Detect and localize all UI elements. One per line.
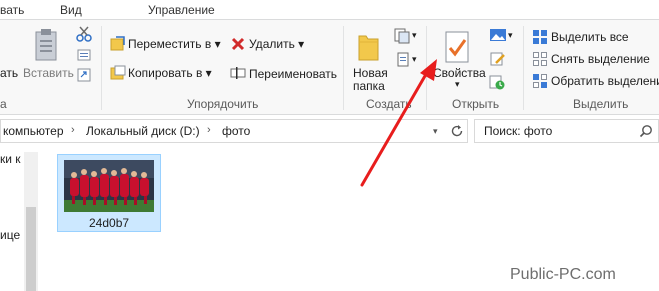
search-box[interactable]: Поиск: фото	[474, 119, 659, 143]
properties-icon	[445, 31, 469, 63]
delete-icon	[231, 37, 245, 51]
search-icon[interactable]	[639, 124, 653, 138]
nav-item-partial[interactable]: ице	[0, 228, 20, 242]
group-divider	[523, 26, 524, 110]
invert-selection-button[interactable]: Обратить выделени	[551, 74, 659, 88]
open-dropdown-icon[interactable]: ▾	[508, 30, 513, 41]
clipboard-group-label: а	[0, 97, 7, 111]
properties-dropdown-icon[interactable]: ▾	[455, 79, 460, 90]
select-all-icon	[533, 30, 547, 44]
delete-label: Удалить	[249, 37, 295, 51]
new-item-dropdown-icon[interactable]: ▾	[412, 30, 417, 41]
nav-scrollbar-thumb[interactable]	[26, 207, 36, 291]
copy-path-icon[interactable]	[77, 48, 91, 62]
refresh-icon[interactable]	[449, 123, 465, 139]
paste-button[interactable]: Вставить	[23, 66, 74, 80]
copy-to-button[interactable]: Копировать в ▾	[128, 66, 212, 80]
breadcrumb-chevron-icon[interactable]: ›	[71, 124, 75, 136]
select-none-button[interactable]: Снять выделение	[551, 52, 650, 66]
tab-share[interactable]: вать	[0, 3, 24, 17]
select-all-button[interactable]: Выделить все	[551, 30, 629, 44]
open-group-label: Открыть	[452, 97, 500, 111]
breadcrumb-computer[interactable]: компьютер	[3, 124, 64, 138]
ribbon: ать Вставить а Переместить в ▾ Копироват…	[0, 20, 659, 115]
tab-manage[interactable]: Управление	[148, 3, 215, 17]
rename-button[interactable]: Переименовать	[249, 67, 337, 81]
organize-group-label: Упорядочить	[187, 97, 259, 111]
move-to-button[interactable]: Переместить в ▾	[128, 37, 221, 51]
team-photo-image	[64, 160, 154, 212]
group-divider	[343, 26, 344, 110]
copy-label-partial[interactable]: ать	[0, 66, 18, 80]
watermark-text: Public-PC.com	[510, 266, 616, 283]
open-icon[interactable]	[489, 28, 507, 42]
invert-selection-icon	[533, 74, 547, 88]
copy-to-icon	[110, 65, 126, 80]
edit-icon[interactable]	[490, 52, 506, 66]
select-group-label: Выделить	[573, 97, 629, 111]
select-none-icon	[533, 52, 547, 66]
rename-icon	[230, 67, 246, 79]
tab-view[interactable]: Вид	[60, 3, 82, 17]
breadcrumb-folder[interactable]: фото	[222, 124, 250, 138]
annotation-arrow-icon	[360, 59, 437, 187]
delete-button[interactable]: Удалить ▾	[249, 37, 304, 51]
new-item-icon[interactable]	[394, 28, 412, 44]
cut-icon[interactable]	[76, 26, 92, 42]
file-name-label: 24d0b7	[89, 216, 130, 230]
history-icon[interactable]	[489, 74, 505, 90]
copy-to-label: Копировать в	[128, 66, 203, 80]
move-to-label: Переместить в	[128, 37, 212, 51]
breadcrumb-chevron-icon[interactable]: ›	[207, 124, 211, 136]
group-divider	[101, 26, 102, 110]
paste-icon	[35, 29, 57, 61]
move-to-icon	[110, 36, 125, 51]
file-thumbnail	[64, 160, 154, 212]
paste-shortcut-icon[interactable]	[77, 68, 91, 82]
search-input[interactable]: Поиск: фото	[484, 124, 552, 138]
breadcrumb-drive[interactable]: Локальный диск (D:)	[86, 124, 200, 138]
ribbon-tab-bar: вать Вид Управление	[0, 0, 659, 20]
